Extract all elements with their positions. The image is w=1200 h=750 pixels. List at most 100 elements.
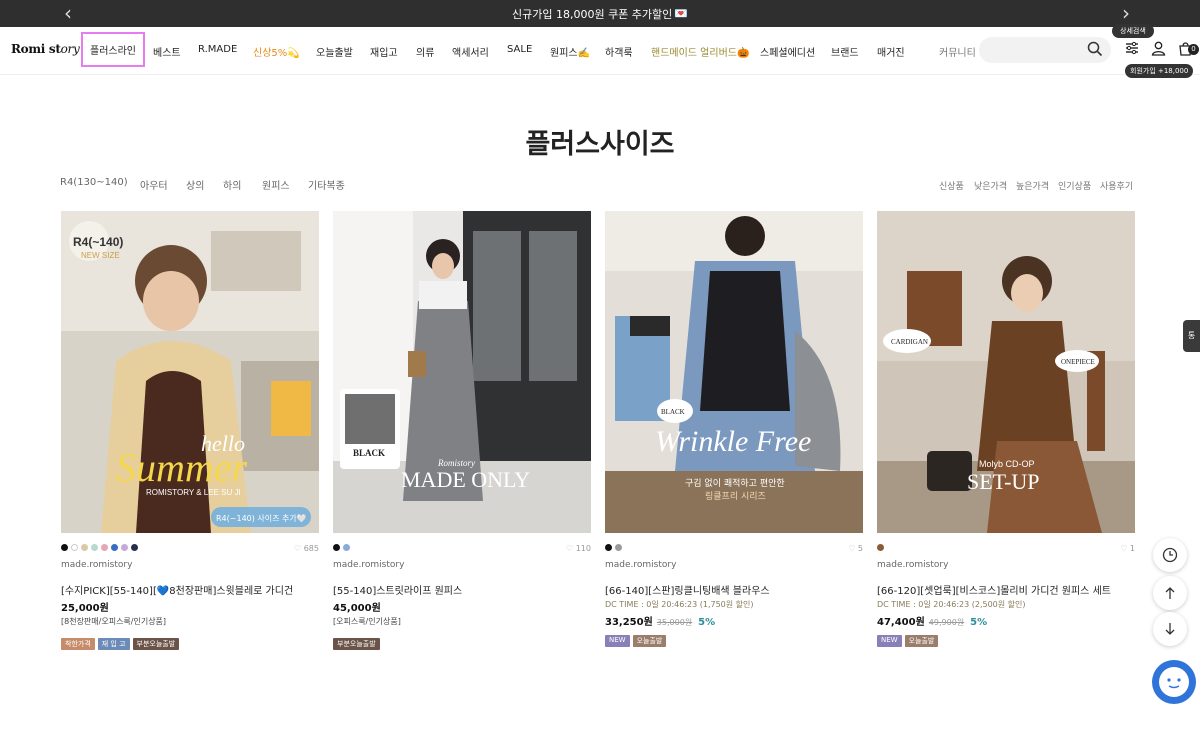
menu-item-11[interactable]: 핸드메이드 얼리버드🎃	[651, 44, 749, 59]
chevron-left-icon[interactable]: ‹	[64, 2, 72, 24]
recent-view-button[interactable]	[1153, 538, 1187, 572]
dc-timer: DC TIME : 0일 20:46:23 (2,500원 할인)	[877, 600, 1026, 609]
arrow-up-icon	[1165, 587, 1175, 599]
img-caption: ROMISTORY & LEE SU JI	[146, 488, 241, 497]
category-tab-4[interactable]: 원피스	[262, 177, 290, 192]
heart-icon[interactable]: ♡	[848, 544, 855, 553]
like-count[interactable]: ♡ 685	[294, 544, 319, 553]
product-tag: 오늘출발	[632, 635, 667, 647]
heart-icon[interactable]: ♡	[1120, 544, 1127, 553]
search-input[interactable]	[979, 37, 1079, 63]
img-caption: 구김 없이 쾌적하고 편안한	[685, 477, 785, 489]
menu-item-14[interactable]: 매거진	[877, 44, 905, 59]
like-count[interactable]: ♡ 1	[1120, 544, 1135, 553]
product-name[interactable]: [66-120][셋업룩][비스코스]몰리비 가디건 원피스 세트	[877, 582, 1111, 597]
img-title: MADE ONLY	[401, 467, 530, 492]
promo-text: 신규가입 18,000원 쿠폰 추가할인	[511, 7, 673, 21]
img-title: Summer	[116, 445, 248, 490]
brand-name[interactable]: made.romistory	[61, 560, 132, 570]
product-tag: NEW	[877, 635, 902, 647]
search-box[interactable]	[979, 37, 1111, 63]
filter-sliders-icon[interactable]	[1125, 41, 1139, 55]
product-tag: 재 입 고	[97, 638, 130, 650]
search-icon[interactable]	[1087, 41, 1103, 57]
product-name[interactable]: [66-140][스판]링클니팅배색 블라우스	[605, 582, 770, 597]
side-tab[interactable]: 통	[1183, 320, 1200, 352]
product-image[interactable]: Wrinkle Free 구김 없이 쾌적하고 편안한 링클프리 시리즈 BLACK	[605, 211, 863, 533]
product-image[interactable]: R4(~140) NEW SIZE hello Summer ROMISTORY & L…	[61, 211, 319, 533]
product-tag: 부분오늘출발	[333, 638, 380, 650]
menu-item-8[interactable]: SALE	[507, 44, 532, 55]
menu-item-6[interactable]: 의류	[416, 44, 434, 59]
img-badge2: NEW SIZE	[81, 251, 120, 260]
category-tab-5[interactable]: 기타복종	[308, 177, 345, 192]
color-swatch	[71, 544, 78, 551]
category-tab-3[interactable]: 하의	[223, 177, 241, 192]
img-title: Wrinkle Free	[655, 425, 811, 458]
brand-name[interactable]: made.romistory	[605, 560, 676, 570]
clock-icon	[1162, 547, 1178, 563]
menu-item-0[interactable]: 플러스라인	[81, 32, 145, 67]
img-caption2: 링클프리 시리즈	[705, 490, 766, 502]
category-tab-1[interactable]: 아우터	[140, 177, 168, 192]
menu-item-7[interactable]: 액세서리	[452, 44, 489, 59]
promo-banner[interactable]: ‹ 신규가입 18,000원 쿠폰 추가할인 💌 ›	[0, 0, 1200, 27]
price: 25,000원	[61, 603, 109, 614]
menu-item-5[interactable]: 재입고	[370, 44, 398, 59]
sort-option-2[interactable]: 높은가격	[1016, 179, 1049, 192]
menu-item-1[interactable]: 베스트	[153, 44, 181, 59]
sale-price-row: 33,250원 35,000원 5%	[605, 613, 715, 628]
sort-option-1[interactable]: 낮은가격	[974, 179, 1007, 192]
menu-item-2[interactable]: R.MADE	[198, 44, 237, 55]
img-caption: Molyb CD-OP	[979, 459, 1035, 469]
tag-list: NEW 오늘출발	[877, 635, 939, 647]
sort-option-4[interactable]: 사용후기	[1100, 179, 1133, 192]
product-tag: NEW	[605, 635, 630, 647]
envelope-heart-icon: 💌	[674, 7, 688, 20]
color-swatch	[877, 544, 884, 551]
chevron-right-icon[interactable]: ›	[1122, 2, 1130, 24]
original-price: 49,900원	[928, 618, 965, 627]
product-tag: 오늘출발	[904, 635, 939, 647]
menu-item-15[interactable]: 커뮤니티	[939, 44, 976, 59]
category-tab-0[interactable]: R4(130~140)	[60, 177, 128, 188]
sort-option-0[interactable]: 신상품	[939, 179, 964, 192]
product-name[interactable]: [수지PICK][55-140][💙8천장판매]스윗블레로 가디건	[61, 582, 293, 597]
product-image[interactable]: CARDIGAN ONEPIECE Molyb CD-OP SET-UP	[877, 211, 1135, 533]
sale-price-row: 47,400원 49,900원 5%	[877, 613, 987, 628]
menu-item-9[interactable]: 원피스✍️	[550, 44, 590, 59]
like-count[interactable]: ♡ 5	[848, 544, 863, 553]
menu-item-4[interactable]: 오늘출발	[316, 44, 353, 59]
price: 45,000원	[333, 603, 381, 614]
chat-button[interactable]	[1152, 660, 1196, 704]
color-swatch	[605, 544, 612, 551]
color-swatches	[877, 544, 884, 551]
color-swatches	[605, 544, 622, 551]
user-icon[interactable]	[1151, 41, 1166, 56]
like-count-value: 110	[575, 544, 591, 553]
menu-item-13[interactable]: 브랜드	[831, 44, 859, 59]
like-count-value: 1	[1129, 544, 1135, 553]
product-tagline: [8천장판매/오피스룩/인기상품]	[61, 617, 167, 626]
color-swatch	[111, 544, 118, 551]
site-logo[interactable]: Romi story	[11, 42, 80, 56]
brand-name[interactable]: made.romistory	[333, 560, 404, 570]
like-count[interactable]: ♡ 110	[566, 544, 591, 553]
brand-name[interactable]: made.romistory	[877, 560, 948, 570]
original-price: 35,000원	[656, 618, 693, 627]
dc-timer: DC TIME : 0일 20:46:23 (1,750원 할인)	[605, 600, 754, 609]
scroll-top-button[interactable]	[1153, 576, 1187, 610]
like-count-value: 685	[303, 544, 319, 553]
img-badge: R4(~140)	[73, 235, 123, 249]
heart-icon[interactable]: ♡	[566, 544, 573, 553]
scroll-bottom-button[interactable]	[1153, 612, 1187, 646]
heart-icon[interactable]: ♡	[294, 544, 301, 553]
menu-item-12[interactable]: 스페셜에디션	[760, 44, 815, 59]
product-name[interactable]: [55-140]스트릿라이프 원피스	[333, 582, 462, 597]
sort-option-3[interactable]: 인기상품	[1058, 179, 1091, 192]
menu-item-3[interactable]: 신상5%💫	[253, 44, 300, 59]
product-image[interactable]: BLACK Romistory MADE ONLY	[333, 211, 591, 533]
category-tab-2[interactable]: 상의	[186, 177, 204, 192]
signup-tooltip[interactable]: 회원가입 +18,000	[1125, 64, 1194, 78]
menu-item-10[interactable]: 하객룩	[605, 44, 633, 59]
